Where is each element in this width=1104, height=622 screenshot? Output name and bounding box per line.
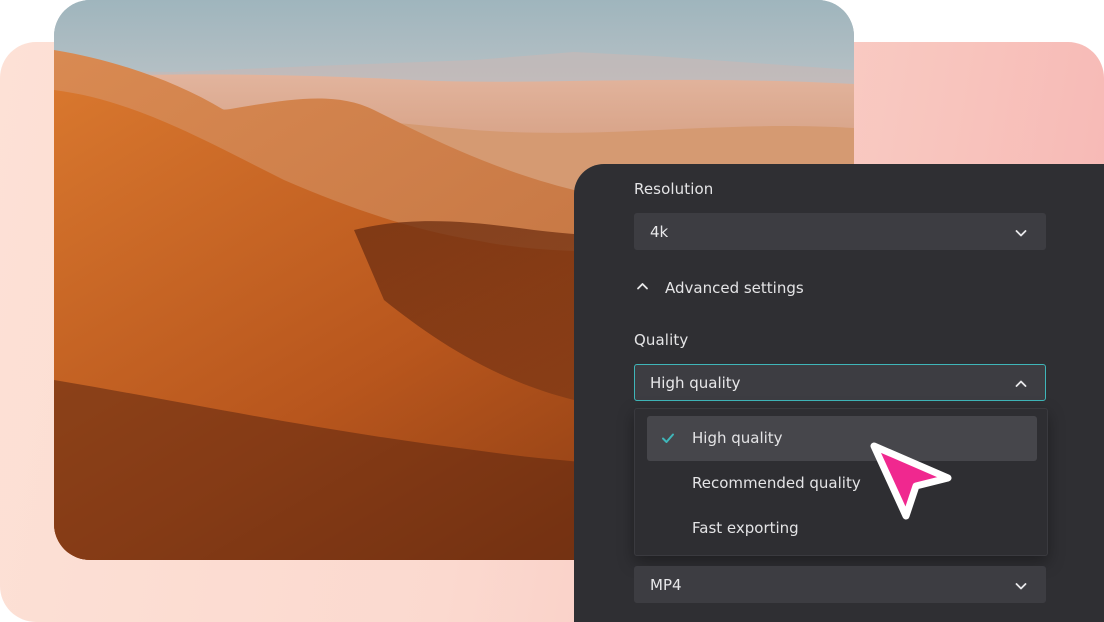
resolution-select[interactable]: 4k: [634, 213, 1046, 250]
quality-select[interactable]: High quality: [634, 364, 1046, 401]
quality-option-fast[interactable]: Fast exporting: [647, 506, 1037, 551]
quality-option-label: Fast exporting: [692, 519, 799, 537]
quality-option-label: High quality: [692, 429, 783, 447]
chevron-up-icon: [637, 283, 648, 290]
quality-option-recommended[interactable]: Recommended quality: [647, 461, 1037, 506]
quality-value: High quality: [650, 374, 741, 392]
quality-label: Quality: [634, 331, 689, 349]
format-value: MP4: [650, 576, 682, 594]
advanced-settings-label: Advanced settings: [665, 279, 804, 297]
check-icon: [662, 433, 674, 443]
quality-option-high[interactable]: High quality: [647, 416, 1037, 461]
export-settings-scene: Resolution 4k Advanced settings Quality …: [0, 0, 1104, 622]
export-settings-panel: Resolution 4k Advanced settings Quality …: [574, 164, 1104, 622]
quality-dropdown-menu: High quality Recommended quality Fast ex…: [634, 408, 1048, 556]
chevron-up-icon: [1015, 380, 1027, 387]
quality-option-label: Recommended quality: [692, 474, 861, 492]
chevron-down-icon: [1015, 583, 1027, 590]
resolution-label: Resolution: [634, 180, 714, 198]
format-select[interactable]: MP4: [634, 566, 1046, 603]
pointer-cursor-icon: [870, 442, 952, 520]
resolution-value: 4k: [650, 223, 669, 241]
chevron-down-icon: [1015, 230, 1027, 237]
